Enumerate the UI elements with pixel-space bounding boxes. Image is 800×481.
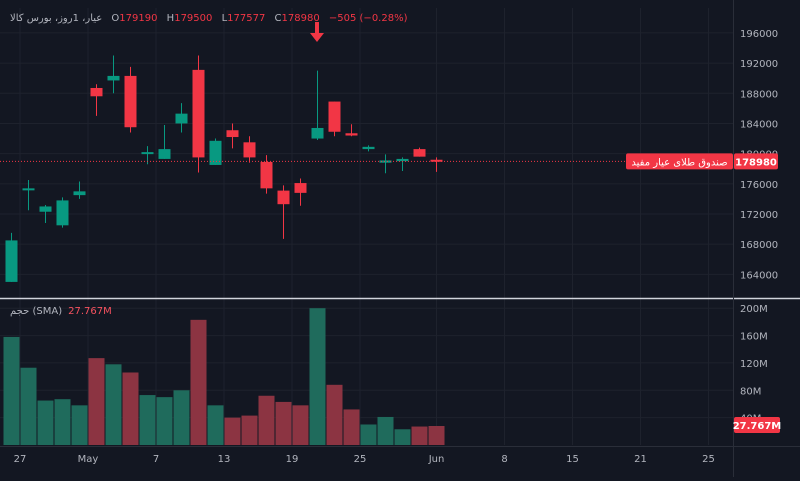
candle-body	[311, 127, 324, 139]
volume-bar	[224, 417, 241, 445]
time-tick-label: 27	[14, 454, 27, 465]
volume-bar	[122, 372, 139, 445]
close-value: 178980	[281, 13, 320, 24]
volume-bar	[275, 401, 292, 445]
candle-body	[175, 113, 188, 124]
time-tick-label: May	[78, 454, 99, 465]
price-tick-label: 164000	[740, 270, 778, 281]
price-tick-label: 176000	[740, 180, 778, 191]
candle-body	[328, 101, 341, 132]
candlestick-chart[interactable]: 1640001680001720001760001800001840001880…	[0, 0, 800, 477]
symbol-title: عیار، 1روز، بورس کالا	[10, 13, 103, 24]
volume-bar	[309, 308, 326, 445]
open-value: 179190	[119, 13, 158, 24]
time-tick-label: 19	[286, 454, 299, 465]
time-tick-label: 25	[702, 454, 715, 465]
volume-bar	[20, 367, 37, 445]
volume-bar	[258, 395, 275, 445]
last-price-value: 178980	[735, 157, 777, 168]
volume-bar	[139, 395, 156, 445]
volume-bar	[343, 409, 360, 445]
symbol-name-label: صندوق طلای عیار مفید	[631, 157, 727, 168]
candle-body	[362, 146, 375, 150]
volume-bar	[394, 429, 411, 445]
candle-body	[277, 190, 290, 205]
candle-body	[39, 206, 52, 212]
volume-bar	[428, 426, 445, 445]
candle-body	[22, 188, 35, 191]
low-value: 177577	[227, 13, 266, 24]
time-tick-label: 8	[501, 454, 507, 465]
volume-bar	[173, 390, 190, 445]
volume-tick-label: 200M	[740, 304, 768, 315]
volume-tick-label: 160M	[740, 332, 768, 343]
volume-value-label: 27.767M	[733, 421, 782, 432]
down-arrow-icon	[310, 22, 324, 42]
candle-body	[90, 87, 103, 97]
volume-bar	[360, 424, 377, 445]
chart-container[interactable]: 1640001680001720001760001800001840001880…	[0, 0, 800, 477]
candle-body	[73, 191, 86, 196]
volume-bar	[88, 358, 105, 445]
time-tick-label: 13	[218, 454, 231, 465]
price-tick-label: 172000	[740, 210, 778, 221]
time-tick-label: 15	[566, 454, 579, 465]
time-tick-label: 21	[634, 454, 647, 465]
time-tick-label: Jun	[428, 454, 445, 465]
price-tick-label: 196000	[740, 29, 778, 40]
volume-bar	[411, 426, 428, 445]
candle-body	[192, 69, 205, 158]
ohlc-legend: عیار، 1روز، بورس کالا O179190 H179500 L1…	[10, 13, 407, 24]
volume-bar	[190, 319, 207, 445]
candle-body	[5, 240, 18, 282]
volume-bar	[377, 416, 394, 445]
volume-bar	[3, 336, 20, 445]
volume-bar	[292, 405, 309, 445]
high-value: 179500	[174, 13, 213, 24]
volume-bar	[156, 397, 173, 445]
candle-body	[294, 183, 307, 193]
close-label: C	[274, 13, 282, 24]
volume-bar	[54, 399, 71, 445]
price-tick-label: 192000	[740, 59, 778, 70]
candle-body	[124, 75, 137, 128]
candle-body	[107, 75, 120, 81]
candle-body	[345, 133, 358, 136]
change-value: −505 (−0.28%)	[328, 13, 408, 24]
price-tick-label: 184000	[740, 119, 778, 130]
candle-body	[56, 200, 69, 226]
volume-tick-label: 80M	[740, 386, 761, 397]
time-tick-label: 25	[354, 454, 367, 465]
price-tick-label: 168000	[740, 240, 778, 251]
candle-body	[243, 142, 256, 158]
volume-bar	[241, 415, 258, 445]
candle-body	[260, 161, 273, 189]
volume-bar	[207, 405, 224, 445]
time-tick-label: 7	[153, 454, 159, 465]
candle-body	[226, 130, 239, 138]
price-tick-label: 188000	[740, 89, 778, 100]
volume-bar	[326, 384, 343, 445]
volume-legend: حجم (SMA) 27.767M	[10, 306, 112, 317]
candle-body	[413, 149, 426, 157]
volume-legend-label: حجم (SMA)	[10, 306, 63, 317]
volume-bar	[71, 405, 88, 445]
volume-legend-value: 27.767M	[68, 306, 112, 317]
candle-body	[158, 149, 171, 159]
candle-body	[141, 152, 154, 155]
volume-bar	[37, 400, 54, 445]
volume-tick-label: 120M	[740, 359, 768, 370]
volume-bar	[105, 364, 122, 445]
